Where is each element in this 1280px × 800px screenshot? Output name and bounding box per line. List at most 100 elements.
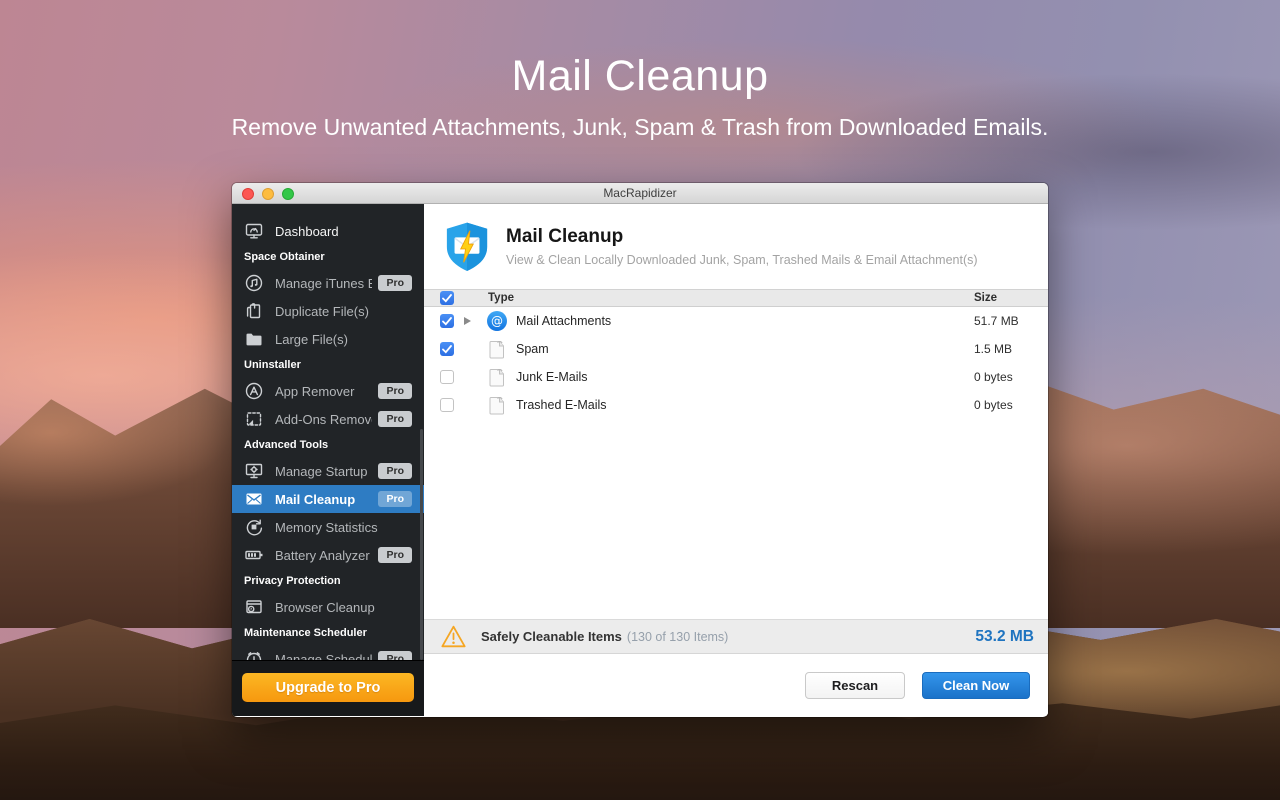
mail-attachments-icon: @ — [486, 310, 508, 332]
summary-total-size: 53.2 MB — [975, 628, 1034, 646]
pro-badge: Pro — [378, 547, 412, 563]
sidebar-item-label: Large File(s) — [275, 332, 412, 347]
addons-remover-icon — [244, 409, 264, 429]
row-label: Junk E-Mails — [516, 370, 974, 384]
hero-subtitle: Remove Unwanted Attachments, Junk, Spam … — [0, 114, 1280, 141]
sidebar-item-label: Browser Cleanup — [275, 600, 412, 615]
pro-badge: Pro — [378, 463, 412, 479]
sidebar-item-battery-analyzer[interactable]: Battery Analyzer Pro — [232, 541, 424, 569]
table-body: @Mail Attachments51.7 MBSpam1.5 MBJunk E… — [424, 307, 1048, 419]
sidebar-item-label: Duplicate File(s) — [275, 304, 412, 319]
sidebar: DashboardSpace ObtainerManage iTunes Bac… — [232, 204, 424, 716]
title-bar[interactable]: MacRapidizer — [232, 183, 1048, 204]
traffic-lights — [242, 188, 294, 200]
row-checkbox[interactable] — [440, 314, 454, 328]
sidebar-item-label: Mail Cleanup — [275, 492, 372, 507]
sidebar-item-add-ons-remover[interactable]: Add-Ons Remover Pro — [232, 405, 424, 433]
schedules-icon — [244, 649, 264, 660]
summary-count: (130 of 130 Items) — [627, 630, 728, 644]
pro-badge: Pro — [378, 491, 412, 507]
row-checkbox[interactable] — [440, 398, 454, 412]
row-checkbox[interactable] — [440, 342, 454, 356]
table-header-row: Type Size — [424, 289, 1048, 307]
sidebar-item-label: App Remover — [275, 384, 372, 399]
rescan-button[interactable]: Rescan — [805, 672, 905, 699]
sidebar-scrollbar[interactable] — [420, 429, 423, 659]
table-row-spam[interactable]: Spam1.5 MB — [424, 335, 1048, 363]
svg-text:@: @ — [491, 314, 503, 328]
row-checkbox[interactable] — [440, 370, 454, 384]
hero-title: Mail Cleanup — [0, 52, 1280, 100]
disclosure-triangle[interactable] — [454, 317, 480, 325]
minimize-button[interactable] — [262, 188, 274, 200]
sidebar-item-memory-statistics[interactable]: Memory Statistics — [232, 513, 424, 541]
pro-badge: Pro — [378, 275, 412, 291]
window-title: MacRapidizer — [603, 186, 676, 200]
sidebar-section-privacy-protection: Privacy Protection — [232, 569, 424, 593]
main-content: Mail Cleanup View & Clean Locally Downlo… — [424, 204, 1048, 716]
mail-icon — [244, 489, 264, 509]
sidebar-section-advanced-tools: Advanced Tools — [232, 433, 424, 457]
content-subtitle: View & Clean Locally Downloaded Junk, Sp… — [506, 253, 978, 267]
upgrade-to-pro-button[interactable]: Upgrade to Pro — [242, 673, 414, 702]
sidebar-item-app-remover[interactable]: App Remover Pro — [232, 377, 424, 405]
sidebar-section-maintenance-scheduler: Maintenance Scheduler — [232, 621, 424, 645]
mail-document-icon — [486, 366, 508, 388]
mail-document-icon — [486, 394, 508, 416]
app-window: MacRapidizer DashboardSpace ObtainerMana… — [232, 183, 1048, 717]
sidebar-item-manage-schedules[interactable]: Manage SchedulesPro — [232, 645, 424, 660]
sidebar-item-duplicate-file-s[interactable]: Duplicate File(s) — [232, 297, 424, 325]
dashboard-icon — [244, 221, 264, 241]
pro-badge: Pro — [378, 383, 412, 399]
content-title: Mail Cleanup — [506, 226, 978, 248]
row-size: 1.5 MB — [974, 342, 1032, 356]
duplicate-files-icon — [244, 301, 264, 321]
table-row-junk-e-mails[interactable]: Junk E-Mails0 bytes — [424, 363, 1048, 391]
warning-icon — [440, 624, 467, 649]
itunes-icon — [244, 273, 264, 293]
sidebar-item-label: Battery Analyzer — [275, 548, 372, 563]
summary-bar: Safely Cleanable Items (130 of 130 Items… — [424, 619, 1048, 654]
zoom-button[interactable] — [282, 188, 294, 200]
sidebar-item-label: Manage iTunes Back — [275, 276, 372, 291]
sidebar-footer: Upgrade to Pro — [232, 660, 424, 716]
sidebar-section-space-obtainer: Space Obtainer — [232, 245, 424, 269]
content-spacer — [424, 419, 1048, 619]
sidebar-item-browser-cleanup[interactable]: Browser Cleanup — [232, 593, 424, 621]
sidebar-item-label: Manage Startup — [275, 464, 372, 479]
sidebar-item-label: Dashboard — [275, 224, 412, 239]
sidebar-section-uninstaller: Uninstaller — [232, 353, 424, 377]
folder-icon — [244, 329, 264, 349]
close-button[interactable] — [242, 188, 254, 200]
sidebar-item-manage-startup[interactable]: Manage Startup Pro — [232, 457, 424, 485]
row-size: 0 bytes — [974, 370, 1032, 384]
row-label: Trashed E-Mails — [516, 398, 974, 412]
sidebar-item-label: Memory Statistics — [275, 520, 412, 535]
row-size: 51.7 MB — [974, 314, 1032, 328]
browser-icon — [244, 597, 264, 617]
summary-label: Safely Cleanable Items — [481, 629, 622, 644]
sidebar-item-mail-cleanup[interactable]: Mail Cleanup Pro — [232, 485, 424, 513]
row-label: Spam — [516, 342, 974, 356]
column-header-size[interactable]: Size — [974, 292, 1032, 304]
sidebar-item-large-file-s[interactable]: Large File(s) — [232, 325, 424, 353]
row-label: Mail Attachments — [516, 314, 974, 328]
app-remover-icon — [244, 381, 264, 401]
mail-document-icon — [486, 338, 508, 360]
content-header: Mail Cleanup View & Clean Locally Downlo… — [424, 204, 1048, 289]
pro-badge: Pro — [378, 411, 412, 427]
shield-mail-icon — [444, 221, 490, 273]
table-row-trashed-e-mails[interactable]: Trashed E-Mails0 bytes — [424, 391, 1048, 419]
sidebar-nav: DashboardSpace ObtainerManage iTunes Bac… — [232, 204, 424, 660]
select-all-checkbox[interactable] — [440, 291, 454, 305]
pro-badge: Pro — [378, 651, 412, 660]
action-bar: Rescan Clean Now — [424, 654, 1048, 716]
memory-icon — [244, 517, 264, 537]
sidebar-item-manage-itunes-back[interactable]: Manage iTunes Back Pro — [232, 269, 424, 297]
sidebar-item-label: Add-Ons Remover — [275, 412, 372, 427]
clean-now-button[interactable]: Clean Now — [922, 672, 1030, 699]
row-size: 0 bytes — [974, 398, 1032, 412]
sidebar-item-dashboard[interactable]: Dashboard — [232, 217, 424, 245]
table-row-mail-attachments[interactable]: @ Mail Attachments51.7 MB — [424, 307, 1048, 335]
column-header-type[interactable]: Type — [488, 292, 974, 304]
